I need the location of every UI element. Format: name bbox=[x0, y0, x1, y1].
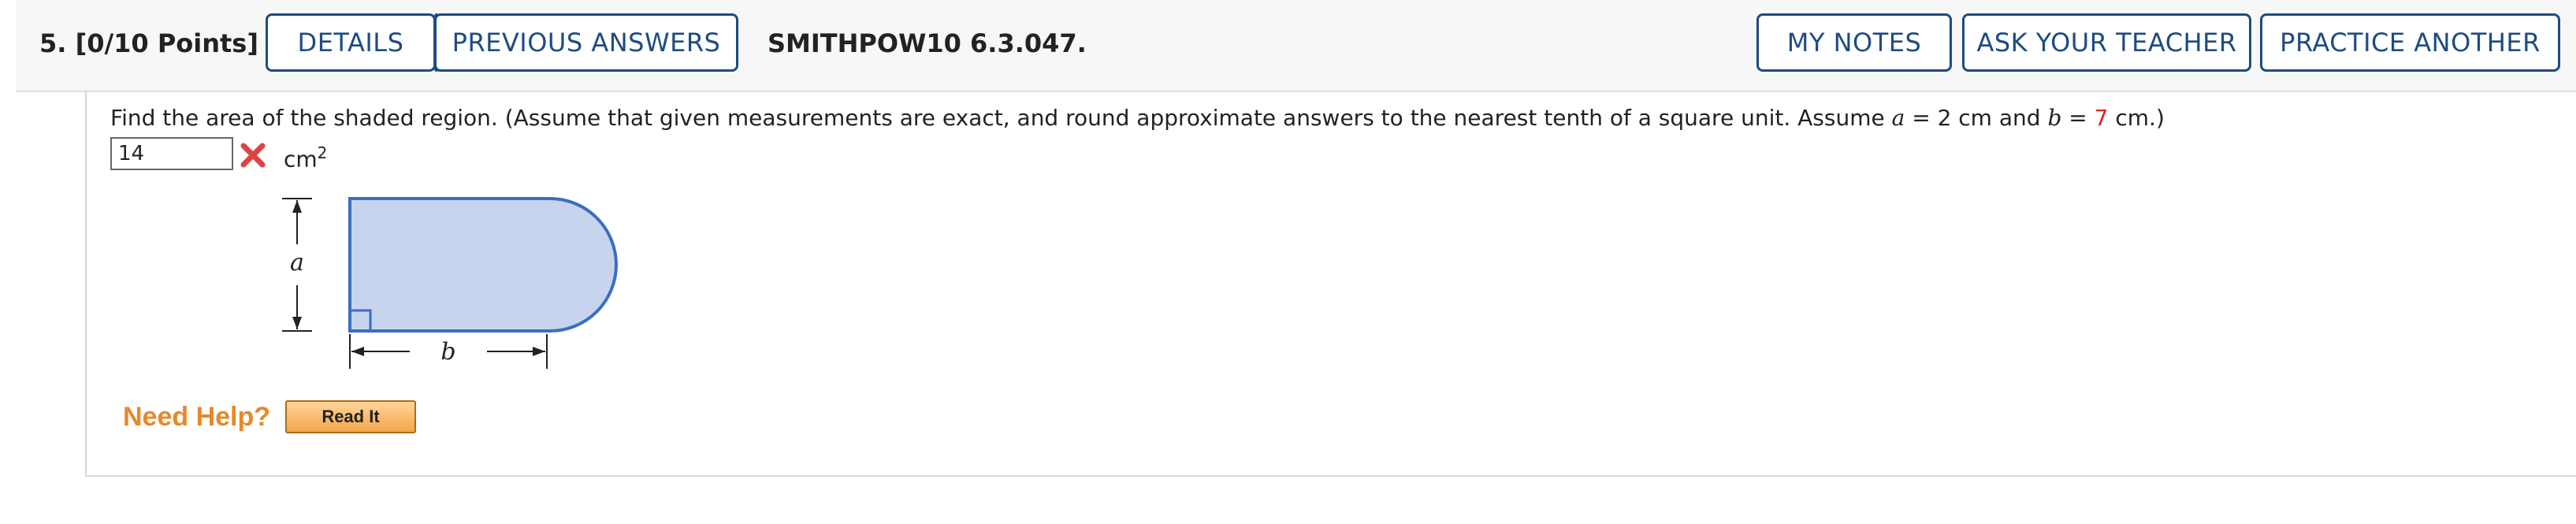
read-it-button[interactable]: Read It bbox=[285, 400, 416, 433]
answer-input[interactable] bbox=[110, 137, 233, 170]
practice-another-button[interactable]: PRACTICE ANOTHER bbox=[2260, 13, 2560, 72]
shaded-region bbox=[348, 197, 618, 333]
previous-answers-button[interactable]: PREVIOUS ANSWERS bbox=[434, 13, 738, 72]
answer-unit: cm2 bbox=[284, 143, 328, 173]
my-notes-button[interactable]: MY NOTES bbox=[1756, 13, 1952, 72]
var-a: a bbox=[1891, 105, 1905, 131]
shaded-region-figure: a b bbox=[282, 197, 618, 369]
b-value: 7 bbox=[2094, 105, 2109, 131]
incorrect-x-icon bbox=[240, 143, 266, 168]
need-help-label: Need Help? bbox=[123, 402, 271, 432]
details-button[interactable]: DETAILS bbox=[266, 13, 436, 72]
var-b: b bbox=[2047, 105, 2062, 131]
problem-code: SMITHPOW10 6.3.047. bbox=[768, 28, 1087, 58]
dimension-b-label: b bbox=[440, 338, 455, 366]
question-number: 5. [0/10 Points] bbox=[39, 28, 258, 58]
question-header: 5. [0/10 Points] DETAILS PREVIOUS ANSWER… bbox=[16, 0, 2576, 92]
dimension-a-label: a bbox=[290, 249, 304, 277]
question-prompt: Find the area of the shaded region. (Ass… bbox=[110, 105, 2165, 131]
ask-your-teacher-button[interactable]: ASK YOUR TEACHER bbox=[1962, 13, 2251, 72]
